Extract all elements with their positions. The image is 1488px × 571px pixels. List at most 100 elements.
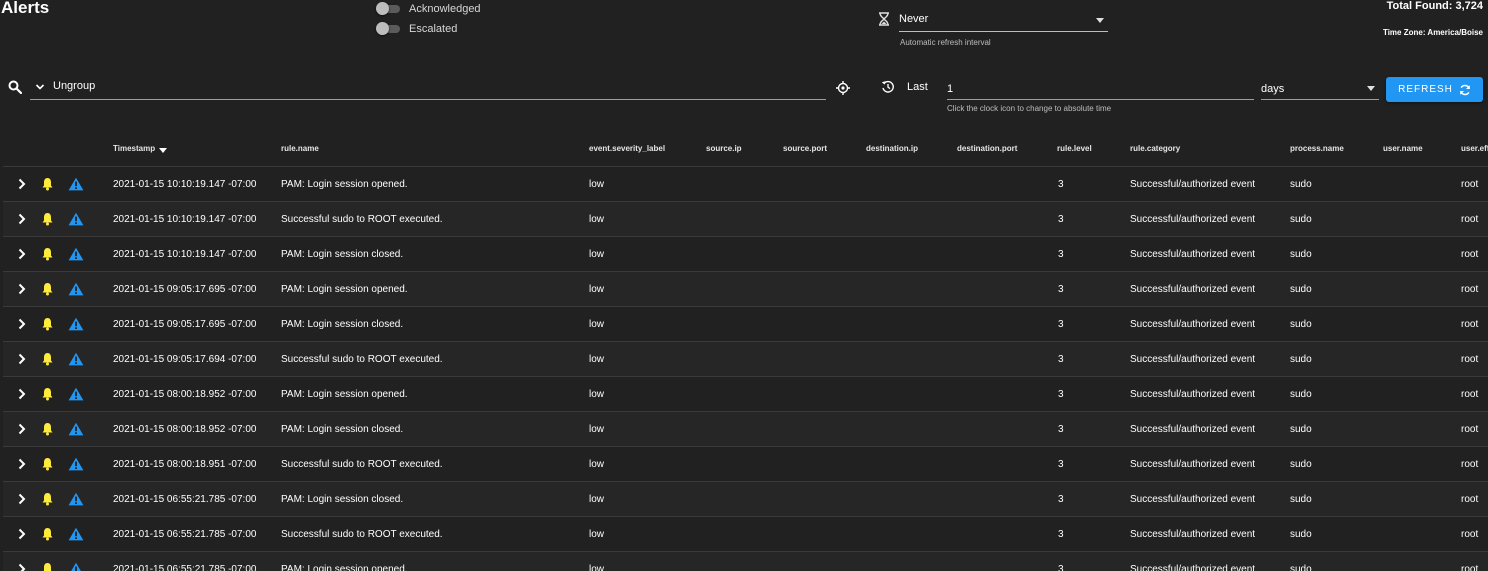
table-row[interactable]: 2021-01-15 06:55:21.785 -07:00 PAM: Logi… bbox=[3, 482, 1488, 517]
table-row[interactable]: 2021-01-15 09:05:17.694 -07:00 Successfu… bbox=[3, 342, 1488, 377]
column-header-user-name[interactable]: user.name bbox=[1383, 144, 1423, 153]
cell-severity: low bbox=[589, 284, 605, 295]
cell-rule-level: 3 bbox=[1058, 529, 1064, 540]
column-header-rule-category[interactable]: rule.category bbox=[1130, 144, 1180, 153]
table-row[interactable]: 2021-01-15 06:55:21.785 -07:00 Successfu… bbox=[3, 517, 1488, 552]
chevron-right-icon[interactable] bbox=[18, 213, 26, 225]
bell-icon[interactable] bbox=[41, 177, 54, 191]
cell-rule-name: PAM: Login session closed. bbox=[281, 319, 404, 330]
cell-rule-category: Successful/authorized event bbox=[1130, 214, 1256, 225]
table-row[interactable]: 2021-01-15 10:10:19.147 -07:00 PAM: Logi… bbox=[3, 237, 1488, 272]
cell-rule-name: PAM: Login session closed. bbox=[281, 249, 404, 260]
warning-icon[interactable] bbox=[68, 562, 84, 571]
warning-icon[interactable] bbox=[68, 457, 84, 471]
chevron-right-icon[interactable] bbox=[18, 178, 26, 190]
cell-user-effective-name: root bbox=[1461, 529, 1479, 540]
column-header-rule-name[interactable]: rule.name bbox=[281, 144, 319, 153]
group-by-input[interactable]: Ungroup bbox=[30, 76, 826, 100]
cell-rule-name: PAM: Login session opened. bbox=[281, 179, 408, 190]
table-row[interactable]: 2021-01-15 10:10:19.147 -07:00 Successfu… bbox=[3, 202, 1488, 237]
chevron-right-icon[interactable] bbox=[18, 353, 26, 365]
cell-severity: low bbox=[589, 389, 605, 400]
column-header-severity[interactable]: event.severity_label bbox=[589, 144, 665, 153]
refresh-interval-select[interactable]: Never bbox=[899, 8, 1108, 32]
cell-rule-level: 3 bbox=[1058, 424, 1064, 435]
cell-process-name: sudo bbox=[1290, 564, 1312, 571]
bell-icon[interactable] bbox=[41, 317, 54, 331]
acknowledged-toggle[interactable] bbox=[376, 2, 400, 16]
chevron-right-icon[interactable] bbox=[18, 423, 26, 435]
warning-icon[interactable] bbox=[68, 387, 84, 401]
cell-process-name: sudo bbox=[1290, 494, 1312, 505]
cell-rule-name: Successful sudo to ROOT executed. bbox=[281, 214, 443, 225]
warning-icon[interactable] bbox=[68, 352, 84, 366]
escalated-label: Escalated bbox=[409, 23, 458, 35]
time-zone: Time Zone: America/Boise bbox=[1382, 28, 1483, 37]
cell-severity: low bbox=[589, 494, 605, 505]
table-row[interactable]: 2021-01-15 09:05:17.695 -07:00 PAM: Logi… bbox=[3, 272, 1488, 307]
table-row[interactable]: 2021-01-15 09:05:17.695 -07:00 PAM: Logi… bbox=[3, 307, 1488, 342]
cell-timestamp: 2021-01-15 08:00:18.952 -07:00 bbox=[113, 424, 257, 435]
cell-severity: low bbox=[589, 179, 605, 190]
table-row[interactable]: 2021-01-15 06:55:21.785 -07:00 PAM: Logi… bbox=[3, 552, 1488, 571]
column-header-timestamp[interactable]: Timestamp bbox=[113, 144, 168, 153]
bell-icon[interactable] bbox=[41, 457, 54, 471]
column-header-source-ip[interactable]: source.ip bbox=[706, 144, 742, 153]
last-amount-value: 1 bbox=[947, 83, 954, 95]
chevron-right-icon[interactable] bbox=[18, 283, 26, 295]
time-range-helper: Click the clock icon to change to absolu… bbox=[947, 104, 1112, 113]
bell-icon[interactable] bbox=[41, 562, 54, 571]
column-header-source-port[interactable]: source.port bbox=[783, 144, 827, 153]
warning-icon[interactable] bbox=[68, 212, 84, 226]
warning-icon[interactable] bbox=[68, 527, 84, 541]
chevron-right-icon[interactable] bbox=[18, 388, 26, 400]
last-amount-input[interactable]: 1 bbox=[947, 78, 1254, 100]
cell-process-name: sudo bbox=[1290, 459, 1312, 470]
bell-icon[interactable] bbox=[41, 247, 54, 261]
refresh-button[interactable]: REFRESH bbox=[1386, 77, 1483, 102]
table-body: 2021-01-15 10:10:19.147 -07:00 PAM: Logi… bbox=[3, 167, 1488, 571]
column-header-rule-level[interactable]: rule.level bbox=[1057, 144, 1092, 153]
escalated-toggle[interactable] bbox=[376, 22, 400, 36]
bell-icon[interactable] bbox=[41, 422, 54, 436]
warning-icon[interactable] bbox=[68, 422, 84, 436]
column-header-destination-ip[interactable]: destination.ip bbox=[866, 144, 918, 153]
warning-icon[interactable] bbox=[68, 247, 84, 261]
bell-icon[interactable] bbox=[41, 527, 54, 541]
cell-process-name: sudo bbox=[1290, 389, 1312, 400]
table-row[interactable]: 2021-01-15 08:00:18.952 -07:00 PAM: Logi… bbox=[3, 377, 1488, 412]
table-row[interactable]: 2021-01-15 08:00:18.951 -07:00 Successfu… bbox=[3, 447, 1488, 482]
cell-rule-level: 3 bbox=[1058, 319, 1064, 330]
chevron-right-icon[interactable] bbox=[18, 458, 26, 470]
warning-icon[interactable] bbox=[68, 177, 84, 191]
chevron-right-icon[interactable] bbox=[18, 563, 26, 571]
chevron-down-icon bbox=[1367, 86, 1375, 91]
chevron-right-icon[interactable] bbox=[18, 528, 26, 540]
chevron-down-icon[interactable] bbox=[35, 82, 45, 92]
bell-icon[interactable] bbox=[41, 212, 54, 226]
bell-icon[interactable] bbox=[41, 387, 54, 401]
warning-icon[interactable] bbox=[68, 492, 84, 506]
chevron-right-icon[interactable] bbox=[18, 493, 26, 505]
refresh-interval-value: Never bbox=[899, 13, 929, 25]
warning-icon[interactable] bbox=[68, 282, 84, 296]
column-header-process-name[interactable]: process.name bbox=[1290, 144, 1344, 153]
bell-icon[interactable] bbox=[41, 492, 54, 506]
column-header-user-effective-name[interactable]: user.effective.name bbox=[1461, 144, 1488, 153]
chevron-right-icon[interactable] bbox=[18, 248, 26, 260]
table-row[interactable]: 2021-01-15 08:00:18.952 -07:00 PAM: Logi… bbox=[3, 412, 1488, 447]
cell-rule-name: Successful sudo to ROOT executed. bbox=[281, 354, 443, 365]
page-title: Alerts bbox=[1, 0, 50, 17]
bell-icon[interactable] bbox=[41, 352, 54, 366]
table-row[interactable]: 2021-01-15 10:10:19.147 -07:00 PAM: Logi… bbox=[3, 167, 1488, 202]
chevron-right-icon[interactable] bbox=[18, 318, 26, 330]
cell-timestamp: 2021-01-15 06:55:21.785 -07:00 bbox=[113, 564, 257, 571]
cell-process-name: sudo bbox=[1290, 214, 1312, 225]
time-unit-select[interactable]: days bbox=[1261, 78, 1379, 100]
history-icon[interactable] bbox=[881, 80, 895, 94]
cell-severity: low bbox=[589, 564, 605, 571]
crosshair-icon[interactable] bbox=[836, 81, 850, 95]
bell-icon[interactable] bbox=[41, 282, 54, 296]
warning-icon[interactable] bbox=[68, 317, 84, 331]
column-header-destination-port[interactable]: destination.port bbox=[957, 144, 1017, 153]
